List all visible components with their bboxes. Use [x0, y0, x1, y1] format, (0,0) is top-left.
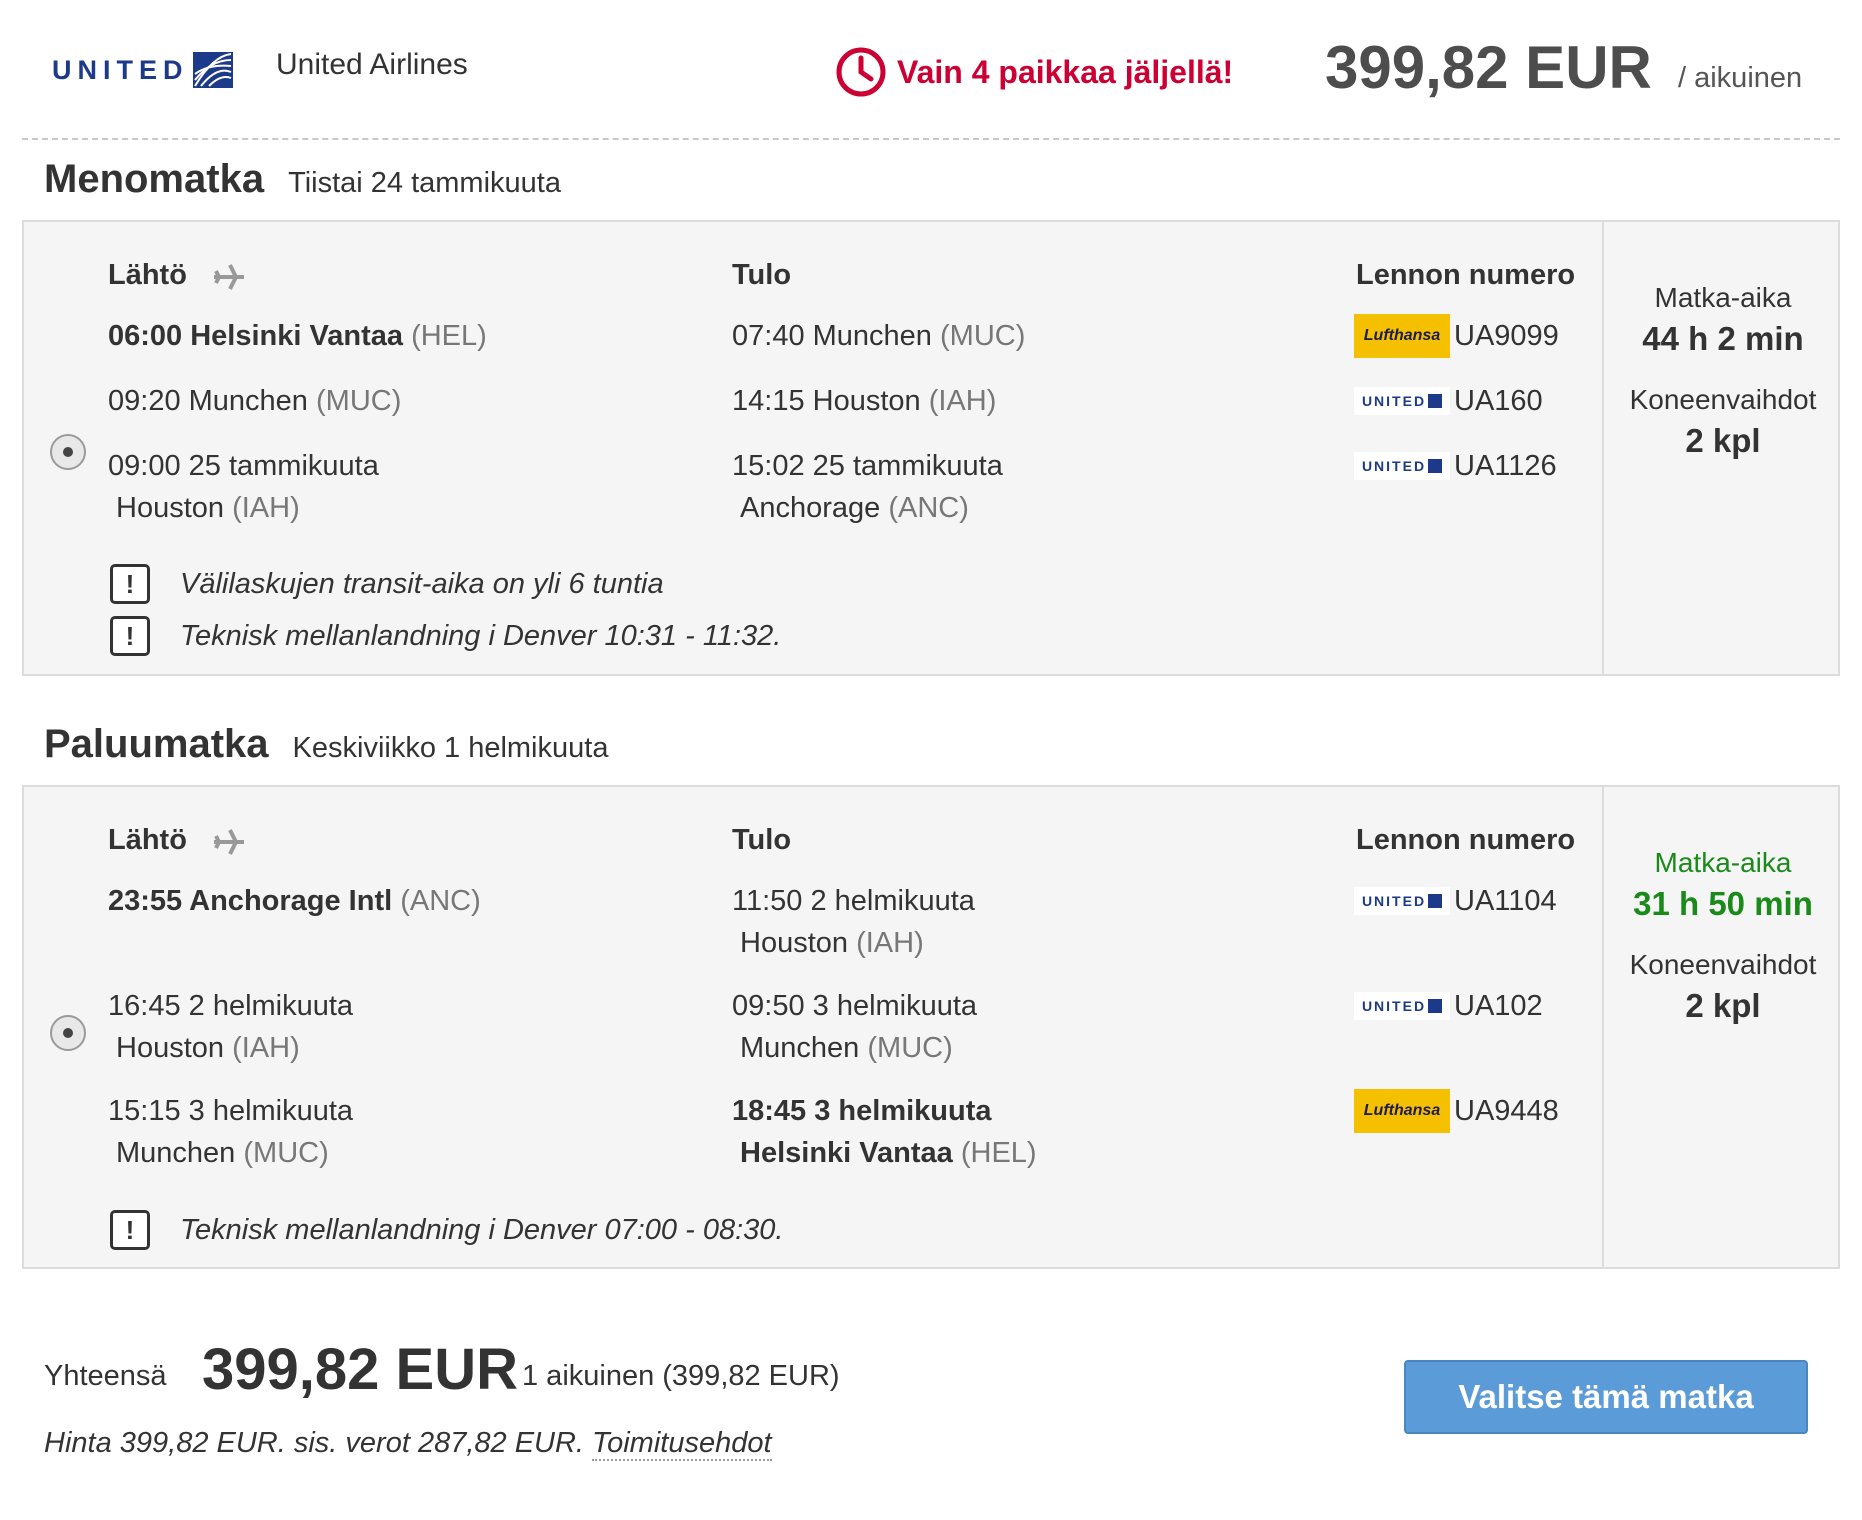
- flight-number: Lufthansa UA9448: [1354, 1089, 1559, 1133]
- airline-name: United Airlines: [276, 48, 468, 81]
- outbound-date: Tiistai 24 tammikuuta: [288, 167, 561, 199]
- return-heading: Paluumatka Keskiviikko 1 helmikuuta: [44, 722, 608, 767]
- flight-number: UNITED UA160: [1354, 379, 1543, 423]
- leg-arrival: 09:50 3 helmikuuta Munchen (MUC): [732, 990, 978, 1064]
- flight-number-column-header: Lennon numero: [1356, 259, 1576, 291]
- leg-departure: 09:20 Munchen (MUC): [108, 385, 402, 417]
- select-trip-button[interactable]: Valitse tämä matka: [1404, 1360, 1808, 1434]
- return-title: Paluumatka: [44, 722, 269, 766]
- total-price: 399,82 EUR: [202, 1337, 518, 1402]
- outbound-title: Menomatka: [44, 157, 265, 201]
- total-detail: 1 aikuinen (399,82 EUR): [522, 1360, 840, 1392]
- arrival-column-header: Tulo: [732, 824, 792, 856]
- leg-arrival: 14:15 Houston (IAH): [732, 385, 997, 417]
- radio-selected-icon[interactable]: [50, 434, 86, 470]
- leg-arrival: 07:40 Munchen (MUC): [732, 320, 1026, 352]
- united-small-logo: UNITED: [1354, 387, 1450, 415]
- flight-number-column-header: Lennon numero: [1356, 824, 1576, 856]
- warning-icon: !: [110, 616, 150, 656]
- leg-arrival: 18:45 3 helmikuuta Helsinki Vantaa (HEL): [732, 1095, 1037, 1169]
- outbound-heading: Menomatka Tiistai 24 tammikuuta: [44, 157, 561, 202]
- warning-icon: !: [110, 564, 150, 604]
- clock-icon: [836, 47, 886, 97]
- flight-number: UNITED UA1104: [1354, 879, 1557, 923]
- departure-column-header: Lähtö: [108, 824, 187, 856]
- departure-column-header: Lähtö: [108, 259, 187, 291]
- transit-warning: ! Välilaskujen transit-aika on yli 6 tun…: [110, 564, 664, 604]
- header-divider: [22, 138, 1840, 140]
- leg-arrival: 11:50 2 helmikuuta Houston (IAH): [732, 885, 975, 959]
- united-logo: UNITED: [52, 52, 233, 88]
- leg-departure: 16:45 2 helmikuuta Houston (IAH): [108, 990, 354, 1064]
- united-logo-text: UNITED: [52, 54, 189, 85]
- technical-stop-note: ! Teknisk mellanlandning i Denver 07:00 …: [110, 1210, 783, 1250]
- terms-link[interactable]: Toimitusehdot: [592, 1427, 772, 1461]
- leg-departure: 23:55 Anchorage Intl (ANC): [108, 885, 481, 917]
- leg-departure: 09:00 25 tammikuuta Houston (IAH): [108, 450, 379, 524]
- arrival-column-header: Tulo: [732, 259, 792, 291]
- outbound-duration: Matka-aika 44 h 2 min: [1642, 282, 1804, 357]
- leg-arrival: 15:02 25 tammikuuta Anchorage (ANC): [732, 450, 1003, 524]
- return-duration: Matka-aika 31 h 50 min: [1633, 847, 1813, 922]
- united-small-logo: UNITED: [1354, 992, 1450, 1020]
- leg-departure: 15:15 3 helmikuuta Munchen (MUC): [108, 1095, 354, 1169]
- outbound-plane-changes: Koneenvaihdot 2 kpl: [1629, 384, 1817, 459]
- per-adult-label: / aikuinen: [1678, 62, 1803, 94]
- seats-left-text: Vain 4 paikkaa jäljellä!: [897, 53, 1234, 90]
- plane-icon: [214, 264, 244, 290]
- united-small-logo: UNITED: [1354, 887, 1450, 915]
- technical-stop-note: ! Teknisk mellanlandning i Denver 10:31 …: [110, 616, 781, 656]
- return-date: Keskiviikko 1 helmikuuta: [292, 732, 609, 764]
- header-price: 399,82 EUR: [1325, 34, 1652, 101]
- flight-number: UNITED UA1126: [1354, 444, 1557, 488]
- leg-departure: 06:00 Helsinki Vantaa (HEL): [108, 320, 487, 352]
- total-label: Yhteensä: [44, 1360, 167, 1392]
- seats-left-alert: Vain 4 paikkaa jäljellä!: [835, 46, 1233, 98]
- return-plane-changes: Koneenvaihdot 2 kpl: [1629, 949, 1817, 1024]
- united-globe-icon: [192, 52, 233, 88]
- return-itinerary-card[interactable]: Lähtö Tulo Lennon numero 23:55 Anchorage…: [22, 785, 1840, 1269]
- outbound-itinerary-card[interactable]: Lähtö Tulo Lennon numero 06:00 Helsinki …: [22, 220, 1840, 676]
- lufthansa-logo: Lufthansa: [1354, 314, 1450, 358]
- lufthansa-logo: Lufthansa: [1354, 1089, 1450, 1133]
- flight-number: Lufthansa UA9099: [1354, 314, 1559, 358]
- price-note: Hinta 399,82 EUR. sis. verot 287,82 EUR.…: [44, 1427, 772, 1461]
- offer-header: UNITED United Airlines Vain 4 paikkaa jä…: [0, 0, 1862, 140]
- flight-number: UNITED UA102: [1354, 984, 1543, 1028]
- united-small-logo: UNITED: [1354, 452, 1450, 480]
- radio-selected-icon[interactable]: [50, 1015, 86, 1051]
- plane-icon: [214, 829, 244, 855]
- warning-icon: !: [110, 1210, 150, 1250]
